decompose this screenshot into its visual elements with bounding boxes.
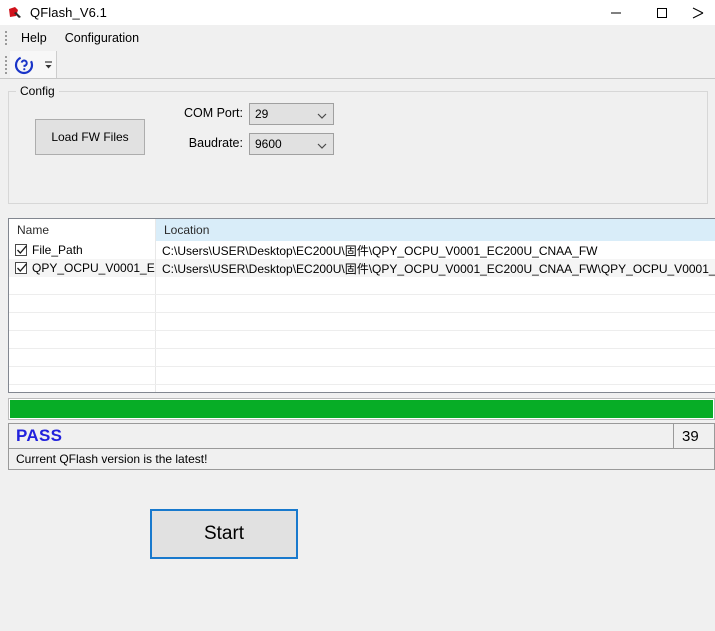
cell-location bbox=[156, 295, 715, 312]
firmware-file-table: Name Location File_Path C:\Users\USER\Des… bbox=[8, 218, 715, 393]
config-legend: Config bbox=[16, 84, 59, 98]
cell-name bbox=[9, 295, 156, 312]
menu-grip-icon[interactable] bbox=[1, 29, 10, 47]
cell-name-text: QPY_OCPU_V0001_EC... bbox=[32, 261, 155, 275]
status-badge: PASS bbox=[16, 426, 63, 445]
quectel-logo-icon bbox=[7, 5, 23, 21]
cell-name bbox=[9, 349, 156, 366]
row-checkbox[interactable] bbox=[15, 244, 27, 256]
title-bar: QFlash_V6.1 bbox=[0, 0, 715, 25]
cell-name bbox=[9, 367, 156, 384]
status-result-panel: PASS bbox=[9, 424, 674, 448]
cell-name bbox=[9, 313, 156, 330]
table-row-empty[interactable] bbox=[9, 313, 715, 331]
baudrate-label: Baudrate: bbox=[188, 136, 243, 150]
cell-location bbox=[156, 331, 715, 348]
table-header: Name Location bbox=[9, 219, 715, 241]
chevron-down-icon bbox=[317, 110, 327, 120]
table-row-empty[interactable] bbox=[9, 277, 715, 295]
com-port-select[interactable]: 29 bbox=[249, 103, 334, 125]
chevron-down-icon bbox=[317, 140, 327, 150]
table-row-empty[interactable] bbox=[9, 295, 715, 313]
progress-bar bbox=[8, 398, 715, 420]
cell-name bbox=[9, 385, 156, 392]
close-icon[interactable] bbox=[685, 0, 715, 25]
com-port-value: 29 bbox=[255, 107, 269, 121]
log-message: Current QFlash version is the latest! bbox=[8, 449, 715, 470]
status-bar: PASS 39 bbox=[8, 423, 715, 449]
start-button[interactable]: Start bbox=[150, 509, 298, 559]
toolbar-grip-icon[interactable] bbox=[1, 55, 10, 75]
window-title: QFlash_V6.1 bbox=[30, 5, 107, 20]
column-header-name[interactable]: Name bbox=[9, 219, 156, 241]
table-body: File_Path C:\Users\USER\Desktop\EC200U\固件… bbox=[9, 241, 715, 392]
column-header-location[interactable]: Location bbox=[156, 219, 715, 241]
menu-bar: Help Configuration bbox=[0, 25, 715, 51]
baudrate-value: 9600 bbox=[255, 137, 282, 151]
cell-name: File_Path bbox=[9, 241, 156, 259]
table-row-empty[interactable] bbox=[9, 385, 715, 392]
maximize-icon[interactable] bbox=[639, 0, 685, 25]
baudrate-select[interactable]: 9600 bbox=[249, 133, 334, 155]
cell-location bbox=[156, 367, 715, 384]
status-count-panel: 39 bbox=[682, 427, 699, 445]
menu-item-configuration[interactable]: Configuration bbox=[56, 28, 148, 48]
toolbar-panel bbox=[10, 51, 57, 78]
toolbar-overflow-icon[interactable] bbox=[43, 56, 54, 74]
progress-bar-fill bbox=[10, 400, 713, 418]
qflash-window: QFlash_V6.1 Help Configuration Config Lo… bbox=[0, 0, 715, 631]
cell-location bbox=[156, 313, 715, 330]
help-update-icon[interactable] bbox=[14, 55, 34, 75]
cell-name-text: File_Path bbox=[32, 243, 83, 257]
table-row[interactable]: File_Path C:\Users\USER\Desktop\EC200U\固件… bbox=[9, 241, 715, 259]
cell-name: QPY_OCPU_V0001_EC... bbox=[9, 259, 156, 277]
row-checkbox[interactable] bbox=[15, 262, 27, 274]
window-controls bbox=[593, 0, 715, 25]
cell-location bbox=[156, 385, 715, 392]
menu-item-help[interactable]: Help bbox=[12, 28, 56, 48]
tool-bar bbox=[0, 51, 715, 79]
com-port-label: COM Port: bbox=[183, 106, 243, 120]
cell-location bbox=[156, 277, 715, 294]
table-row-empty[interactable] bbox=[9, 367, 715, 385]
cell-location: C:\Users\USER\Desktop\EC200U\固件\QPY_OCPU… bbox=[162, 261, 715, 276]
table-row-empty[interactable] bbox=[9, 349, 715, 367]
table-row-empty[interactable] bbox=[9, 331, 715, 349]
table-row[interactable]: QPY_OCPU_V0001_EC... C:\Users\USER\Deskto… bbox=[9, 259, 715, 277]
cell-name bbox=[9, 331, 156, 348]
cell-location bbox=[156, 349, 715, 366]
cell-name bbox=[9, 277, 156, 294]
cell-location: C:\Users\USER\Desktop\EC200U\固件\QPY_OCPU… bbox=[162, 243, 598, 258]
config-group: Config Load FW Files COM Port: 29 Baudra… bbox=[8, 84, 708, 204]
minimize-icon[interactable] bbox=[593, 0, 639, 25]
